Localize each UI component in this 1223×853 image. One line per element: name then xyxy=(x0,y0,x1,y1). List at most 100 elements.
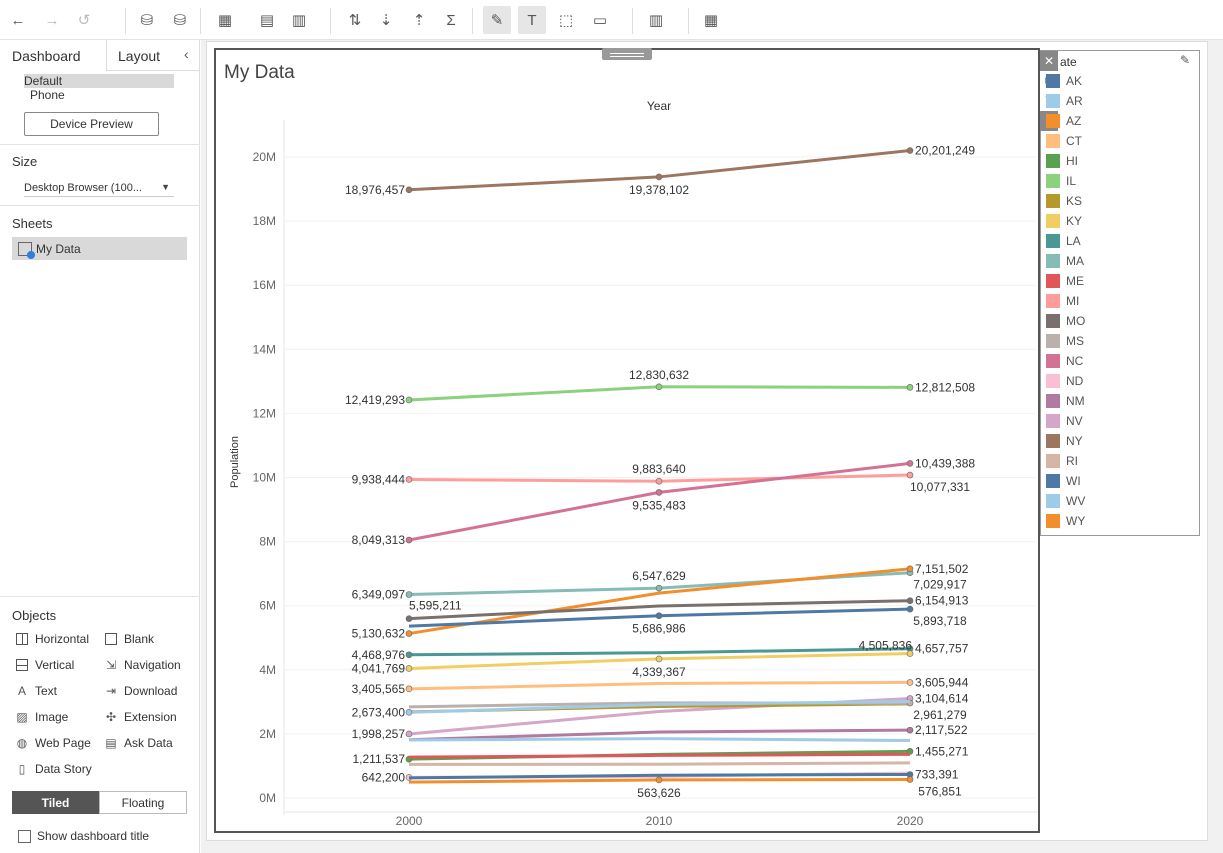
legend-item-nv[interactable]: NV xyxy=(1046,411,1083,431)
legend-swatch xyxy=(1046,114,1060,128)
highlight-button[interactable]: ✎ xyxy=(483,6,511,34)
legend-item-ct[interactable]: CT xyxy=(1046,131,1082,151)
object-web-page[interactable]: ◍ Web Page xyxy=(15,734,91,752)
legend-item-hi[interactable]: HI xyxy=(1046,151,1078,171)
object-data-story[interactable]: ▯ Data Story xyxy=(15,760,92,778)
download-icon: ⇥ xyxy=(105,684,117,698)
object-download[interactable]: ⇥ Download xyxy=(104,682,177,700)
data-point xyxy=(906,460,914,467)
object-extension[interactable]: ✣ Extension xyxy=(104,708,177,726)
legend-item-ar[interactable]: AR xyxy=(1046,91,1083,111)
y-tick-label: 6M xyxy=(259,599,276,613)
legend-item-la[interactable]: LA xyxy=(1046,231,1081,251)
show-cards-button[interactable]: ▥ xyxy=(642,6,670,34)
data-label-wy: 563,626 xyxy=(637,786,681,800)
show-dashboard-title-checkbox[interactable]: Show dashboard title xyxy=(18,829,149,843)
object-vertical[interactable]: Vertical xyxy=(15,656,74,674)
tab-dashboard[interactable]: Dashboard xyxy=(12,43,81,69)
replay-button[interactable]: ↺ xyxy=(70,6,98,34)
device-phone[interactable]: Phone xyxy=(30,88,180,102)
divider xyxy=(0,144,200,145)
object-ask-data[interactable]: ▤ Ask Data xyxy=(104,734,172,752)
y-tick-label: 2M xyxy=(259,727,276,741)
undo-button[interactable]: ← xyxy=(4,6,32,34)
tab-layout[interactable]: Layout xyxy=(118,43,160,69)
series-line-ri xyxy=(408,761,911,766)
data-point xyxy=(906,605,914,613)
data-point xyxy=(655,489,663,496)
ask-data-icon: ▤ xyxy=(105,736,117,750)
legend-item-nd[interactable]: ND xyxy=(1046,371,1083,391)
edit-pen-icon[interactable]: ✎ xyxy=(1180,53,1190,67)
legend-label: RI xyxy=(1066,454,1078,468)
close-icon[interactable]: ✕ xyxy=(1040,51,1058,71)
duplicate-sheet-button[interactable]: ▤ xyxy=(253,6,281,34)
y-tick-label: 8M xyxy=(259,535,276,549)
sheets-title: Sheets xyxy=(12,216,53,231)
data-label-ms: 2,961,279 xyxy=(913,708,967,722)
data-label-wi: 5,893,718 xyxy=(913,614,967,628)
totals-button[interactable]: Σ xyxy=(437,6,465,34)
data-label-ky: 4,505,836 xyxy=(859,639,913,653)
collapse-panel-icon[interactable]: ‹ xyxy=(184,46,189,62)
sort-descending-button[interactable]: ⇡ xyxy=(405,6,433,34)
data-point xyxy=(906,565,914,573)
legend-item-me[interactable]: ME xyxy=(1046,271,1084,291)
size-select[interactable]: Desktop Browser (100... ▼ xyxy=(24,179,174,197)
object-text[interactable]: A Text xyxy=(15,682,57,700)
legend-item-mi[interactable]: MI xyxy=(1046,291,1079,311)
x-tick-label: 2010 xyxy=(646,814,673,828)
legend-item-az[interactable]: AZ xyxy=(1046,111,1081,131)
legend-item-nc[interactable]: NC xyxy=(1046,351,1083,371)
legend-item-ky[interactable]: KY xyxy=(1046,211,1082,231)
show-title-label: Show dashboard title xyxy=(37,829,150,843)
sort-ascending-button[interactable]: ⇣ xyxy=(372,6,400,34)
device-default[interactable]: Default xyxy=(24,74,174,88)
legend-item-ri[interactable]: RI xyxy=(1046,451,1078,471)
divider xyxy=(0,205,200,206)
labels-button[interactable]: T xyxy=(518,6,546,34)
legend-swatch xyxy=(1046,474,1060,488)
legend-item-ak[interactable]: AK xyxy=(1046,71,1082,91)
legend-item-mo[interactable]: MO xyxy=(1046,311,1085,331)
object-label: Extension xyxy=(124,710,177,724)
object-blank[interactable]: Blank xyxy=(104,630,154,648)
data-label-hi: 1,211,537 xyxy=(353,752,406,766)
fit-button[interactable]: ▭ xyxy=(586,6,614,34)
legend-swatch xyxy=(1046,154,1060,168)
object-horizontal[interactable]: Horizontal xyxy=(15,630,89,648)
legend-item-wi[interactable]: WI xyxy=(1046,471,1081,491)
sheet-item-my-data[interactable]: My Data xyxy=(12,237,187,260)
chevron-down-icon: ▼ xyxy=(161,182,170,192)
object-navigation[interactable]: ⇲ Navigation xyxy=(104,656,181,674)
data-label-ar: 2,673,400 xyxy=(352,705,406,719)
legend-item-wy[interactable]: WY xyxy=(1046,511,1085,531)
legend-item-nm[interactable]: NM xyxy=(1046,391,1085,411)
data-point xyxy=(405,615,413,622)
new-worksheet-button[interactable]: ▦ xyxy=(211,6,239,34)
object-image[interactable]: ▨ Image xyxy=(15,708,68,726)
pause-updates-button[interactable]: ⛁ xyxy=(166,6,194,34)
legend-item-ms[interactable]: MS xyxy=(1046,331,1084,351)
data-point xyxy=(655,173,663,181)
legend-item-ny[interactable]: NY xyxy=(1046,431,1083,451)
show-me-button[interactable]: ▦ xyxy=(697,6,725,34)
swap-rows-columns-button[interactable]: ⇅ xyxy=(341,6,369,34)
data-point xyxy=(906,471,914,479)
tiled-button[interactable]: Tiled xyxy=(12,791,99,814)
redo-button[interactable]: → xyxy=(38,6,66,34)
fix-axes-button[interactable]: ⬚ xyxy=(552,6,580,34)
new-datasource-button[interactable]: ⛁ xyxy=(133,6,161,34)
clear-sheet-button[interactable]: ▥ xyxy=(285,6,313,34)
y-tick-label: 0M xyxy=(259,791,276,805)
legend-item-wv[interactable]: WV xyxy=(1046,491,1085,511)
data-label-hi: 1,455,271 xyxy=(915,744,969,758)
legend-item-ma[interactable]: MA xyxy=(1046,251,1084,271)
line-chart: Year 0M 2M 4M 6M 8M 10M 12M 14M 16M 18M 20M Populati… xyxy=(229,99,1038,828)
floating-button[interactable]: Floating xyxy=(99,791,187,814)
legend-item-il[interactable]: IL xyxy=(1046,171,1076,191)
legend-swatch xyxy=(1046,194,1060,208)
device-preview-button[interactable]: Device Preview xyxy=(24,112,159,136)
legend-item-ks[interactable]: KS xyxy=(1046,191,1082,211)
legend-label: HI xyxy=(1066,154,1078,168)
